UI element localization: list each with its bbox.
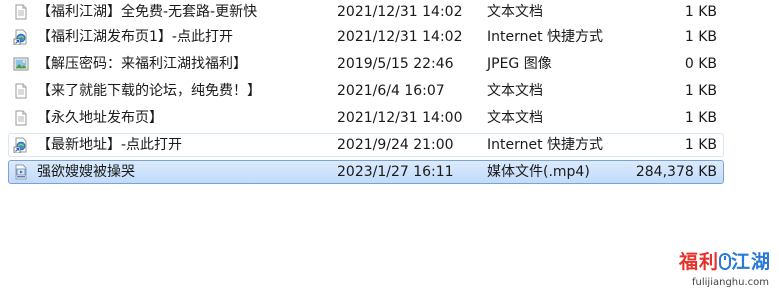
file-row[interactable]: 【福利江湖】全免费-无套路-更新快 2021/12/31 14:02 文本文档 … (8, 0, 724, 24)
file-size: 1 KB (684, 29, 717, 45)
file-size: 1 KB (684, 137, 717, 153)
watermark-title-part2: 江湖 (730, 251, 771, 273)
file-name: 【福利江湖发布页1】-点此打开 (37, 29, 233, 45)
file-name: 【永久地址发布页】 (37, 110, 163, 126)
file-row[interactable]: 【解压密码：来福利江湖找福利】 2019/5/15 22:46 JPEG 图像 … (8, 52, 724, 76)
file-name: 【最新地址】-点此打开 (37, 137, 183, 153)
watermark-url: fulijianghu.com (692, 277, 769, 288)
file-row[interactable]: 【最新地址】-点此打开 2021/9/24 21:00 Internet 快捷方… (8, 133, 724, 157)
watermark-title: 福利 江湖 (679, 251, 771, 273)
internet-shortcut-icon (13, 137, 29, 153)
file-name: 强欲嫂嫂被操哭 (37, 164, 135, 180)
watermark-title-part1: 福利 (678, 251, 719, 273)
file-name: 【解压密码：来福利江湖找福利】 (37, 56, 247, 72)
mouse-icon (718, 251, 731, 273)
file-size: 1 KB (684, 4, 717, 20)
file-type: 媒体文件(.mp4) (487, 164, 590, 180)
file-date: 2019/5/15 22:46 (337, 56, 454, 72)
file-type: 文本文档 (487, 110, 543, 126)
file-type: Internet 快捷方式 (487, 137, 604, 153)
watermark-logo: 福利 江湖 fulijianghu.com (677, 249, 773, 295)
file-type: 文本文档 (487, 4, 543, 20)
file-row-selected[interactable]: 强欲嫂嫂被操哭 2023/1/27 16:11 媒体文件(.mp4) 284,3… (8, 160, 724, 184)
file-size: 1 KB (684, 83, 717, 99)
text-document-icon (13, 110, 29, 126)
file-date: 2021/12/31 14:02 (337, 4, 463, 20)
file-row[interactable]: 【来了就能下载的论坛，纯免费！】 2021/6/4 16:07 文本文档 1 K… (8, 79, 724, 103)
file-name: 【福利江湖】全免费-无套路-更新快 (37, 4, 258, 20)
file-date: 2021/9/24 21:00 (337, 137, 454, 153)
text-document-icon (13, 4, 29, 20)
file-type: Internet 快捷方式 (487, 29, 604, 45)
video-file-icon (13, 164, 29, 180)
file-size: 0 KB (684, 56, 717, 72)
file-name: 【来了就能下载的论坛，纯免费！】 (37, 83, 261, 99)
file-row[interactable]: 【永久地址发布页】 2021/12/31 14:00 文本文档 1 KB (8, 106, 724, 130)
internet-shortcut-icon (13, 29, 29, 45)
file-date: 2021/12/31 14:00 (337, 110, 463, 126)
file-size: 1 KB (684, 110, 717, 126)
text-document-icon (13, 83, 29, 99)
jpeg-image-icon (13, 56, 29, 72)
file-size: 284,378 KB (635, 164, 717, 180)
file-type: 文本文档 (487, 83, 543, 99)
file-type: JPEG 图像 (487, 56, 552, 72)
file-date: 2023/1/27 16:11 (337, 164, 454, 180)
file-row[interactable]: 【福利江湖发布页1】-点此打开 2021/12/31 14:02 Interne… (8, 25, 724, 49)
file-date: 2021/6/4 16:07 (337, 83, 445, 99)
file-date: 2021/12/31 14:02 (337, 29, 463, 45)
